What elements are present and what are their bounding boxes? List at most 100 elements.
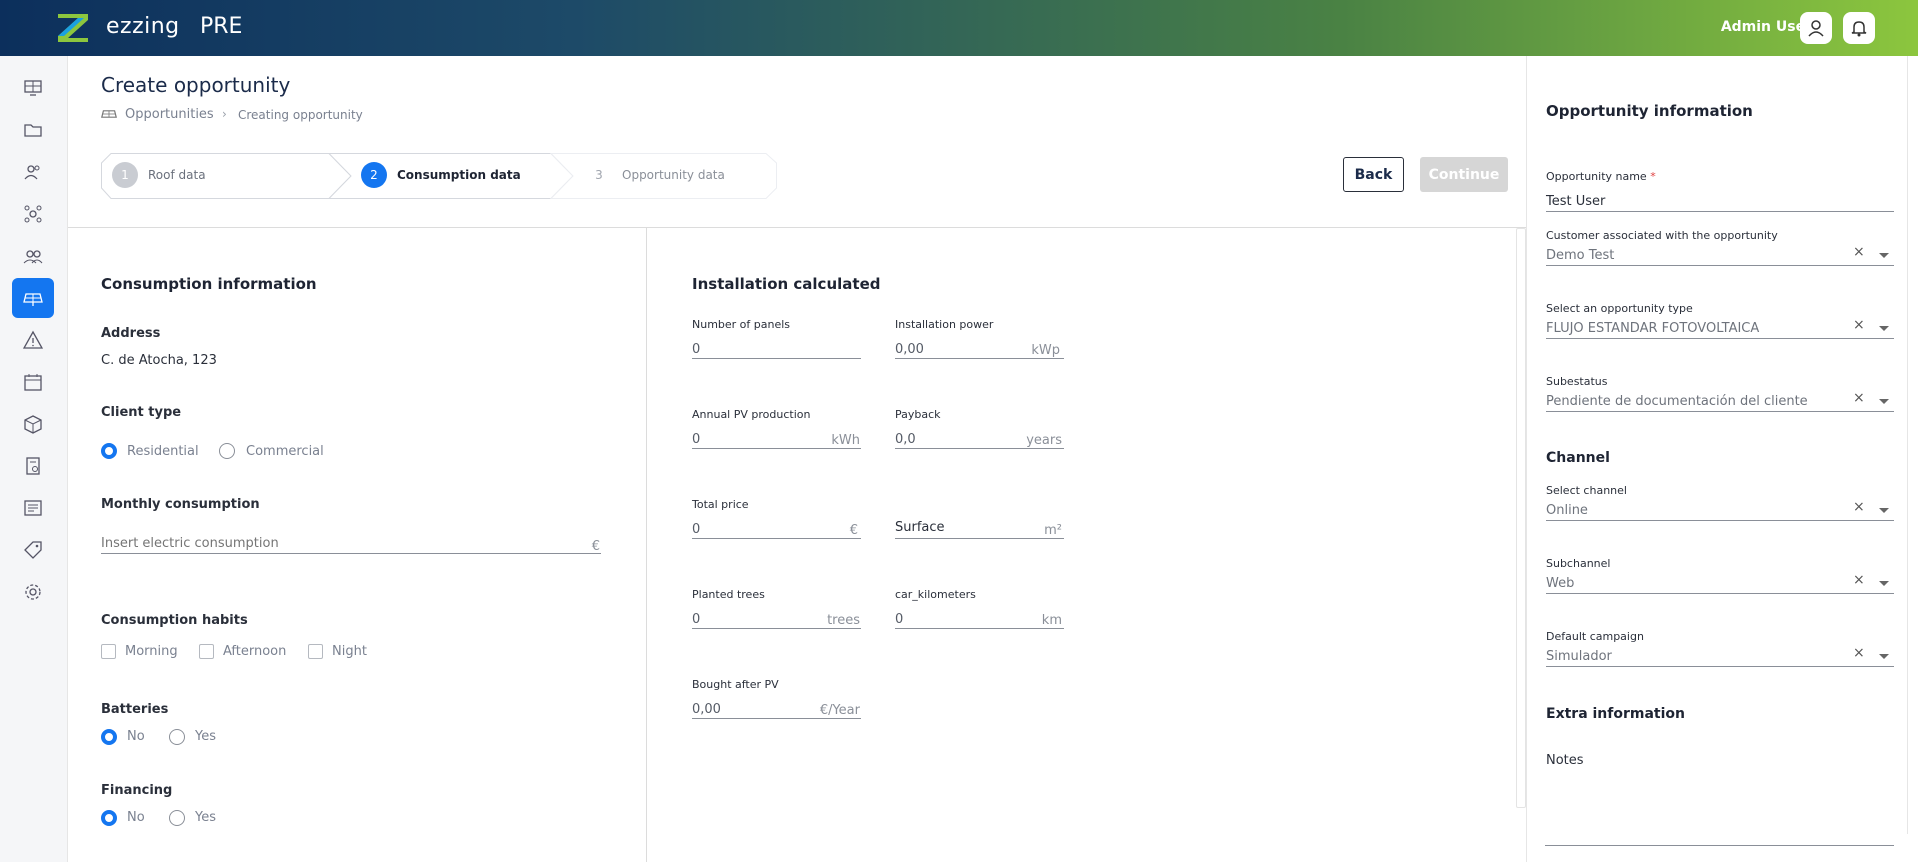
financing-label: Financing bbox=[101, 783, 173, 798]
breadcrumb-opportunities[interactable]: Opportunities bbox=[125, 107, 214, 122]
planted-trees-label: Planted trees bbox=[692, 588, 765, 601]
sidebar-item-products[interactable] bbox=[12, 404, 54, 444]
folder-icon bbox=[24, 124, 42, 137]
channel-line bbox=[1546, 520, 1894, 521]
channel-select[interactable]: Online bbox=[1546, 503, 1588, 518]
column-divider bbox=[646, 228, 647, 862]
subchannel-clear-icon[interactable]: × bbox=[1853, 572, 1865, 588]
annual-pv-production-label: Annual PV production bbox=[692, 408, 811, 421]
number-of-panels-value: 0 bbox=[692, 342, 701, 357]
sidebar-item-teams[interactable] bbox=[12, 236, 54, 276]
financing-yes-radio[interactable] bbox=[169, 810, 185, 826]
step-3-number: 3 bbox=[595, 168, 603, 182]
client-type-commercial-label[interactable]: Commercial bbox=[246, 444, 324, 459]
content-scrollbar[interactable] bbox=[1516, 228, 1526, 808]
back-button[interactable]: Back bbox=[1343, 157, 1404, 192]
total-price-unit: € bbox=[849, 523, 858, 538]
number-of-panels-label: Number of panels bbox=[692, 318, 791, 331]
batteries-no-label[interactable]: No bbox=[127, 729, 145, 744]
customer-chevron-down-icon[interactable] bbox=[1879, 253, 1889, 258]
step-1-number: 1 bbox=[112, 162, 138, 188]
monthly-consumption-input[interactable] bbox=[101, 534, 601, 554]
car-kilometers-label: car_kilometers bbox=[895, 588, 976, 601]
substatus-select[interactable]: Pendiente de documentación del cliente bbox=[1546, 394, 1808, 409]
ezzing-logo-icon bbox=[58, 14, 88, 42]
client-type-residential-radio[interactable] bbox=[101, 443, 117, 459]
notifications-button[interactable] bbox=[1843, 12, 1875, 44]
opportunity-type-select[interactable]: FLUJO ESTANDAR FOTOVOLTAICA bbox=[1546, 321, 1759, 336]
sidebar-item-contacts[interactable] bbox=[12, 152, 54, 192]
opportunity-info-panel: Opportunity information Opportunity name… bbox=[1526, 56, 1918, 862]
team-icon bbox=[23, 250, 43, 264]
habit-morning-label[interactable]: Morning bbox=[125, 644, 178, 659]
client-type-commercial-radio[interactable] bbox=[219, 443, 235, 459]
subchannel-chevron-down-icon[interactable] bbox=[1879, 581, 1889, 586]
sidebar-item-incidents[interactable] bbox=[12, 320, 54, 360]
channel-chevron-down-icon[interactable] bbox=[1879, 508, 1889, 513]
batteries-no-radio[interactable] bbox=[101, 729, 117, 745]
notes-textarea[interactable] bbox=[1545, 806, 1894, 846]
installation-section-title: Installation calculated bbox=[692, 275, 881, 293]
customer-clear-icon[interactable]: × bbox=[1853, 244, 1865, 260]
settings-icon bbox=[25, 584, 41, 600]
network-icon bbox=[24, 205, 42, 223]
address-value: C. de Atocha, 123 bbox=[101, 353, 217, 368]
bought-after-pv-label: Bought after PV bbox=[692, 678, 779, 691]
sidebar-item-settings[interactable] bbox=[12, 572, 54, 612]
habit-afternoon-checkbox[interactable] bbox=[199, 644, 214, 659]
substatus-clear-icon[interactable]: × bbox=[1853, 390, 1865, 406]
required-marker: * bbox=[1650, 170, 1656, 183]
user-profile-button[interactable] bbox=[1800, 12, 1832, 44]
sidebar-item-pricing[interactable] bbox=[12, 530, 54, 570]
sidebar-item-calendar[interactable] bbox=[12, 362, 54, 402]
address-label: Address bbox=[101, 326, 161, 341]
sidebar-item-billing[interactable] bbox=[12, 446, 54, 486]
opportunity-type-chevron-down-icon[interactable] bbox=[1879, 326, 1889, 331]
opportunity-name-label-text: Opportunity name bbox=[1546, 170, 1647, 183]
default-campaign-clear-icon[interactable]: × bbox=[1853, 645, 1865, 661]
batteries-yes-radio[interactable] bbox=[169, 729, 185, 745]
box-icon bbox=[24, 415, 42, 434]
panel-scrollbar[interactable] bbox=[1907, 56, 1918, 834]
substatus-chevron-down-icon[interactable] bbox=[1879, 399, 1889, 404]
financing-no-label[interactable]: No bbox=[127, 810, 145, 825]
default-campaign-chevron-down-icon[interactable] bbox=[1879, 654, 1889, 659]
sidebar-item-network[interactable] bbox=[12, 194, 54, 234]
annual-pv-production-unit: kWh bbox=[831, 433, 860, 448]
opportunity-type-clear-icon[interactable]: × bbox=[1853, 317, 1865, 333]
channel-clear-icon[interactable]: × bbox=[1853, 499, 1865, 515]
habit-night-checkbox[interactable] bbox=[308, 644, 323, 659]
tag-icon bbox=[24, 541, 42, 559]
sidebar-item-opportunities[interactable] bbox=[12, 278, 54, 318]
continue-button[interactable]: Continue bbox=[1420, 157, 1508, 192]
breadcrumb-current: Creating opportunity bbox=[238, 108, 363, 122]
step-2-label[interactable]: Consumption data bbox=[397, 168, 521, 182]
step-1-label[interactable]: Roof data bbox=[148, 168, 206, 182]
default-campaign-select[interactable]: Simulador bbox=[1546, 649, 1612, 664]
financing-yes-label[interactable]: Yes bbox=[195, 810, 216, 825]
default-campaign-line bbox=[1546, 666, 1894, 667]
habit-night-label[interactable]: Night bbox=[332, 644, 367, 659]
client-type-residential-label[interactable]: Residential bbox=[127, 444, 199, 459]
installation-power-value: 0,00 bbox=[895, 342, 924, 357]
sidebar-item-reports[interactable] bbox=[12, 488, 54, 528]
sidebar-item-dashboard[interactable] bbox=[12, 68, 54, 108]
customer-label: Customer associated with the opportunity bbox=[1546, 229, 1778, 242]
opportunity-info-title: Opportunity information bbox=[1546, 102, 1753, 120]
customer-select[interactable]: Demo Test bbox=[1546, 248, 1614, 263]
financing-no-radio[interactable] bbox=[101, 810, 117, 826]
subchannel-label: Subchannel bbox=[1546, 557, 1611, 570]
batteries-yes-label[interactable]: Yes bbox=[195, 729, 216, 744]
opportunity-name-input[interactable]: Test User bbox=[1546, 194, 1605, 209]
subchannel-select[interactable]: Web bbox=[1546, 576, 1574, 591]
substatus-line bbox=[1546, 411, 1894, 412]
sidebar bbox=[0, 56, 68, 862]
notes-label: Notes bbox=[1546, 753, 1584, 768]
billing-icon bbox=[26, 457, 40, 475]
sidebar-item-projects[interactable] bbox=[12, 110, 54, 150]
user-name[interactable]: Admin User bbox=[1700, 19, 1812, 35]
car-kilometers-value: 0 bbox=[895, 612, 904, 627]
step-3-label[interactable]: Opportunity data bbox=[622, 168, 725, 182]
habit-afternoon-label[interactable]: Afternoon bbox=[223, 644, 286, 659]
habit-morning-checkbox[interactable] bbox=[101, 644, 116, 659]
